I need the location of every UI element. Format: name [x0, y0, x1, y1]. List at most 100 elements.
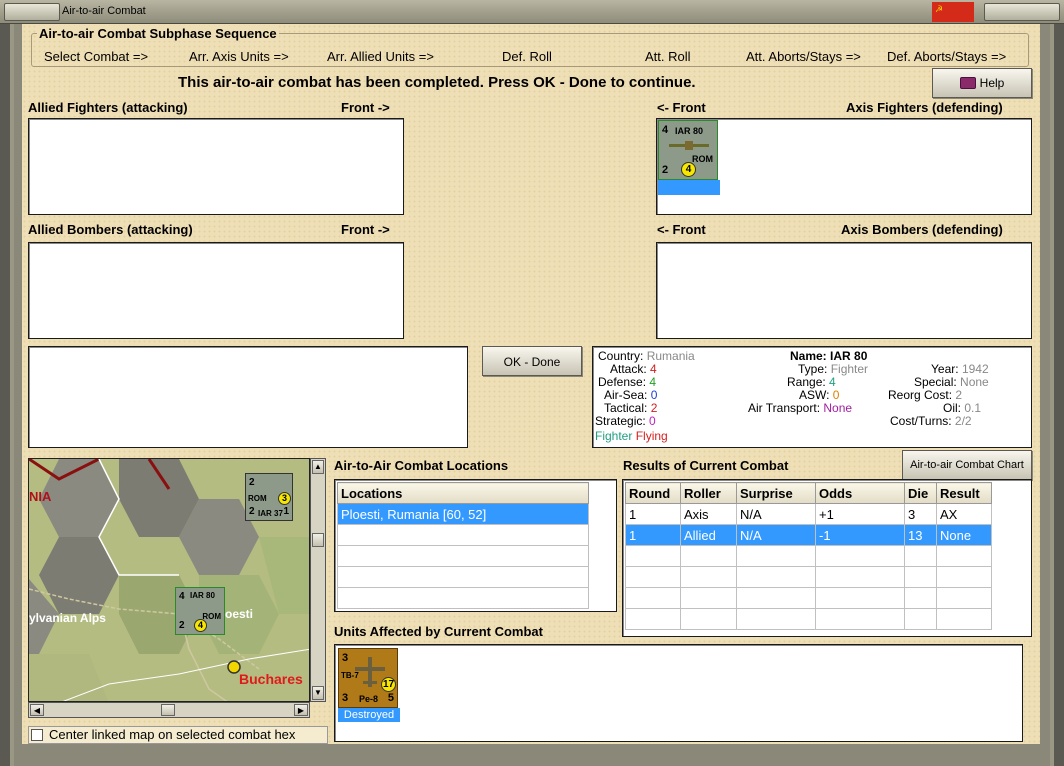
counter-defense: 2: [179, 620, 185, 631]
subphase-title: Air-to-air Combat Subphase Sequence: [37, 26, 279, 41]
center-map-checkbox[interactable]: [31, 729, 43, 741]
table-row[interactable]: 1 Allied N/A -1 13 None: [625, 524, 992, 546]
ok-done-button[interactable]: OK - Done: [482, 346, 582, 376]
linked-map[interactable]: NIA ylvanian Alps oesti Buchares 2 ROM 2…: [28, 458, 310, 702]
cell-odds: -1: [815, 524, 905, 546]
close-button[interactable]: [984, 3, 1060, 21]
col-surprise: Surprise: [736, 482, 816, 504]
info-airsea-key: Air-Sea:: [604, 388, 648, 402]
counter-name: IAR 37: [258, 509, 283, 518]
info-attack-key: Attack:: [610, 362, 647, 376]
counter-number: 3: [278, 492, 291, 505]
table-row: [337, 587, 589, 609]
info-country-key: Country:: [598, 349, 644, 363]
info-defense-key: Defense:: [598, 375, 647, 389]
col-result: Result: [936, 482, 992, 504]
scroll-right-arrow[interactable]: ▶: [294, 704, 308, 716]
allied-bombers-box[interactable]: [28, 242, 404, 339]
map-vertical-scrollbar[interactable]: ▲ ▼: [310, 458, 326, 702]
cell-odds: +1: [815, 503, 905, 525]
info-strategic-value: 0: [649, 414, 656, 428]
counter-attack: 4: [179, 591, 185, 602]
counter-defense: 2: [249, 506, 255, 517]
info-airtransport-value: None: [823, 401, 853, 415]
step-select-combat: Select Combat =>: [44, 49, 149, 64]
axis-bombers-box[interactable]: [656, 242, 1032, 339]
results-table: Round Roller Surprise Odds Die Result 1 …: [625, 482, 992, 630]
center-map-label: Center linked map on selected combat hex: [49, 727, 296, 742]
allied-fighters-box[interactable]: [28, 118, 404, 215]
step-arr-allied-units: Arr. Allied Units =>: [327, 49, 434, 64]
info-oil-value: 0.1: [964, 401, 982, 415]
map-horizontal-scrollbar[interactable]: ◀ ▶: [28, 702, 310, 718]
counter-attack: 4: [662, 124, 669, 136]
map-counter-iar37[interactable]: 2 ROM 2 IAR 37 1 3: [245, 473, 293, 521]
counter-defense: 3: [342, 692, 349, 704]
table-row: [625, 587, 992, 609]
scroll-up-arrow[interactable]: ▲: [312, 460, 324, 474]
table-row[interactable]: Ploesti, Rumania [60, 52]: [337, 503, 589, 525]
cell-die: 13: [904, 524, 937, 546]
status-message: This air-to-air combat has been complete…: [178, 74, 696, 91]
col-odds: Odds: [815, 482, 905, 504]
counter-name: IAR 80: [675, 126, 704, 136]
destroyed-status-badge: Destroyed: [338, 708, 400, 722]
counter-country: ROM: [202, 612, 221, 621]
step-def-aborts: Def. Aborts/Stays =>: [887, 49, 1007, 64]
axis-bombers-label: Axis Bombers (defending): [841, 222, 1003, 237]
info-reorg-value: 2: [955, 388, 963, 402]
affected-unit-counter[interactable]: 3 TB-7 Pe-8 3 5 17: [338, 648, 398, 708]
scroll-left-arrow[interactable]: ◀: [30, 704, 44, 716]
axis-fighter-counter[interactable]: 4 IAR 80 ROM 2 4: [658, 120, 718, 180]
map-label-alps: ylvanian Alps: [29, 611, 106, 625]
cell-round: 1: [625, 503, 681, 525]
cell-surprise: N/A: [736, 524, 816, 546]
table-row: [337, 524, 589, 546]
info-airsea-value: 0: [650, 388, 658, 402]
cell-result: AX: [936, 503, 992, 525]
table-row: [337, 545, 589, 567]
info-tactical-value: 2: [650, 401, 658, 415]
center-map-checkbox-row[interactable]: Center linked map on selected combat hex: [28, 726, 328, 744]
location-cell[interactable]: Ploesti, Rumania [60, 52]: [337, 503, 589, 525]
locations-table: Locations Ploesti, Rumania [60, 52]: [337, 482, 589, 609]
info-name-key: Name:: [790, 349, 827, 363]
counter-name: IAR 80: [190, 591, 215, 600]
axis-counter-selection: [658, 180, 720, 195]
combat-chart-button[interactable]: Air-to-air Combat Chart: [902, 450, 1032, 480]
cell-round: 1: [625, 524, 681, 546]
info-costturns-key: Cost/Turns:: [890, 414, 952, 428]
scroll-down-arrow[interactable]: ▼: [312, 686, 324, 700]
info-special-value: None: [960, 375, 989, 389]
counter-number: 17: [381, 677, 396, 692]
help-button[interactable]: Help: [932, 68, 1032, 98]
step-att-roll: Att. Roll: [645, 49, 691, 64]
table-row: [625, 545, 992, 567]
help-label: Help: [979, 76, 1005, 90]
system-menu-button[interactable]: [4, 3, 60, 21]
info-type-key: Type:: [798, 362, 828, 376]
vertical-scroll-thumb[interactable]: [312, 533, 324, 547]
info-asw-key: ASW:: [799, 388, 830, 402]
table-row[interactable]: 1 Axis N/A +1 3 AX: [625, 503, 992, 525]
allied-bombers-label: Allied Bombers (attacking): [28, 222, 193, 237]
col-roller: Roller: [680, 482, 737, 504]
info-flying-tag: Flying: [635, 429, 668, 443]
results-box: Round Roller Surprise Odds Die Result 1 …: [622, 479, 1032, 637]
info-special-key: Special:: [914, 375, 957, 389]
counter-defense: 2: [662, 164, 669, 176]
fighter-plane-icon: [669, 141, 709, 150]
info-fighter-tag: Fighter: [595, 429, 633, 443]
cell-result: None: [936, 524, 992, 546]
title-bar: Air-to-air Combat ☭: [0, 0, 1064, 24]
results-title: Results of Current Combat: [623, 458, 789, 473]
step-att-aborts: Att. Aborts/Stays =>: [746, 49, 861, 64]
table-row: [625, 608, 992, 630]
horizontal-scroll-thumb[interactable]: [161, 704, 175, 716]
axis-bombers-front-label: <- Front: [657, 222, 706, 237]
info-range-value: 4: [829, 375, 836, 389]
axis-fighters-front-label: <- Front: [657, 100, 706, 115]
affected-title: Units Affected by Current Combat: [334, 624, 543, 639]
map-counter-iar80[interactable]: 4 IAR 80 ROM 2 4: [175, 587, 225, 635]
info-year-value: 1942: [961, 362, 989, 376]
